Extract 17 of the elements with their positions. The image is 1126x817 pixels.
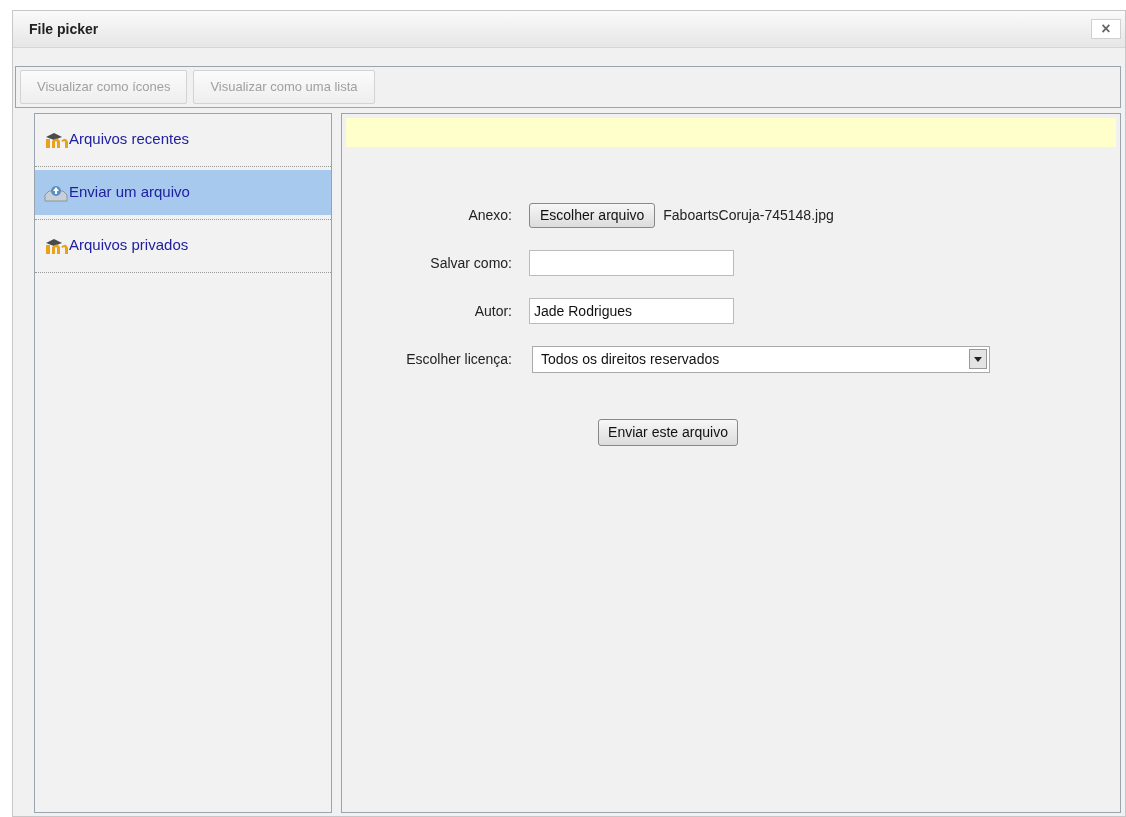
mortarboard-m-icon: [44, 130, 68, 149]
sidebar-item[interactable]: Enviar um arquivo: [35, 170, 331, 215]
field-label: Salvar como:: [429, 253, 513, 273]
license-dropdown[interactable]: Todos os direitos reservados: [532, 345, 990, 373]
sidebar-item[interactable]: Arquivos privados: [35, 223, 331, 268]
field-label: Anexo:: [467, 205, 513, 225]
window-title: File picker: [29, 19, 99, 39]
field-label: Escolher licença:: [405, 349, 513, 369]
sidebar-item[interactable]: Arquivos recentes: [35, 117, 331, 162]
input-field[interactable]: Jade Rodrigues: [529, 298, 734, 324]
mortarboard-m-icon: [44, 236, 68, 255]
field-label: Autor:: [473, 301, 513, 321]
input-field[interactable]: [529, 250, 734, 276]
file-name: FaboartsCoruja-745148.jpg: [663, 205, 834, 225]
close-button[interactable]: ×: [1091, 19, 1121, 39]
submit-button[interactable]: Enviar este arquivo: [598, 419, 738, 446]
choose-file-button[interactable]: Escolher arquivo: [529, 202, 656, 228]
